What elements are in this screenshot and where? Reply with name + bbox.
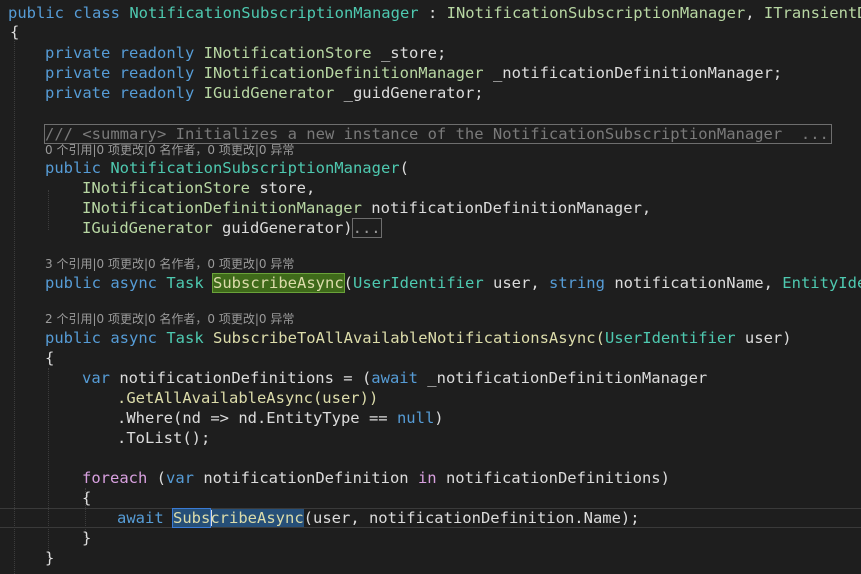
type-name: Task: [166, 274, 204, 292]
keyword: var: [82, 369, 110, 387]
field-name: _guidGenerator;: [334, 84, 484, 102]
method-call: .ToList();: [117, 429, 211, 447]
await-subscribe-line[interactable]: await SubscribeAsync(user, notificationD…: [117, 508, 861, 528]
codelens-text[interactable]: 3 个引用|0 项更改|0 名作者，0 项更改|0 异常: [45, 257, 294, 271]
paren: (: [343, 274, 353, 292]
param-name: notificationDefinitionManager,: [361, 199, 652, 217]
interface-name: INotificationSubscriptionManager: [446, 4, 746, 22]
type-name: INotificationStore: [82, 179, 250, 197]
indent-guide: [48, 190, 49, 230]
param-name: user): [735, 329, 792, 347]
type-name: INotificationStore: [203, 44, 372, 62]
variable: notificationDefinition: [194, 469, 418, 487]
field-name: _notificationDefinitionManager;: [483, 64, 783, 82]
type-name: UserIdentifier: [604, 329, 736, 347]
get-all-available-line[interactable]: .GetAllAvailableAsync(user)): [117, 388, 861, 408]
paren: (: [147, 469, 166, 487]
type-name: INotificationDefinitionManager: [82, 199, 362, 217]
expression: _notificationDefinitionManager: [417, 369, 708, 387]
keyword: null: [396, 409, 435, 427]
subscribe-async-call-highlight-rest[interactable]: cribeAsync: [210, 509, 304, 527]
keyword: public async: [45, 274, 167, 292]
expression: .Where(nd => nd.EntityType ==: [117, 409, 397, 427]
keyword: public: [45, 159, 111, 177]
field-store-line[interactable]: private readonly INotificationStore _sto…: [45, 43, 861, 63]
collapsed-summary-comment[interactable]: /// <summary> Initializes a new instance…: [44, 124, 832, 144]
interface-name: ITransientDepe: [763, 4, 861, 22]
keyword: public async: [45, 329, 167, 347]
param-name: user,: [483, 274, 549, 292]
brace: }: [45, 549, 55, 567]
collapsed-body-ellipsis[interactable]: ...: [351, 218, 382, 238]
indent-guide: [14, 30, 15, 574]
param-name: store,: [249, 179, 316, 197]
constructor-param-definition-manager[interactable]: INotificationDefinitionManager notificat…: [82, 198, 861, 218]
codelens-text[interactable]: 2 个引用|0 项更改|0 名作者，0 项更改|0 异常: [45, 312, 294, 326]
paren: (: [399, 159, 409, 177]
foreach-close-brace[interactable]: }: [82, 528, 861, 548]
brace: }: [82, 529, 92, 547]
constructor-line[interactable]: public NotificationSubscriptionManager(: [45, 158, 861, 178]
subscribe-async-method-highlight[interactable]: SubscribeAsync: [212, 273, 345, 293]
brace: {: [10, 23, 20, 41]
brace: {: [82, 489, 92, 507]
method-call: .GetAllAvailableAsync(user)): [117, 389, 379, 407]
type-name: INotificationDefinitionManager: [203, 64, 484, 82]
keyword: private readonly: [45, 84, 204, 102]
keyword: in: [417, 469, 437, 487]
field-name: _store;: [371, 44, 447, 62]
var-definitions-line[interactable]: var notificationDefinitions = (await _no…: [82, 368, 861, 388]
param-name: notificationName,: [604, 274, 783, 292]
type-name: IGuidGenerator: [203, 84, 335, 102]
paren: ): [434, 409, 444, 427]
keyword: var: [166, 469, 194, 487]
field-definition-manager-line[interactable]: private readonly INotificationDefinition…: [45, 63, 861, 83]
constructor-name: NotificationSubscriptionManager: [110, 159, 400, 177]
keyword: await: [371, 369, 418, 387]
punct: :: [418, 4, 447, 22]
type-name: EntityIdenti: [782, 274, 861, 292]
variable: notificationDefinitions): [436, 469, 670, 487]
type-name: Task: [166, 329, 204, 347]
open-brace-line[interactable]: {: [10, 22, 861, 42]
keyword: foreach: [82, 469, 148, 487]
punct: ,: [745, 4, 764, 22]
text-caret: [211, 510, 212, 526]
subscribe-async-call-highlight[interactable]: Subs: [171, 508, 212, 528]
field-guid-generator-line[interactable]: private readonly IGuidGenerator _guidGen…: [45, 83, 861, 103]
codelens-text[interactable]: 0 个引用|0 项更改|0 名作者，0 项更改|0 异常: [45, 143, 294, 157]
expression: notificationDefinitions = (: [110, 369, 372, 387]
class-declaration-line[interactable]: public class NotificationSubscriptionMan…: [8, 3, 861, 23]
indent-guide: [48, 368, 49, 558]
foreach-open-brace[interactable]: {: [82, 488, 861, 508]
subscribe-all-line[interactable]: public async Task SubscribeToAllAvailabl…: [45, 328, 861, 348]
brace: {: [45, 349, 55, 367]
keyword: private readonly: [45, 64, 204, 82]
to-list-line[interactable]: .ToList();: [117, 428, 861, 448]
codelens-subscribe-all[interactable]: 2 个引用|0 项更改|0 名作者，0 项更改|0 异常: [45, 311, 845, 327]
summary-comment-text[interactable]: /// <summary> Initializes a new instance…: [44, 124, 832, 144]
keyword: private readonly: [45, 44, 204, 62]
method-close-brace[interactable]: }: [45, 548, 861, 568]
type-name: IGuidGenerator: [82, 219, 213, 237]
constructor-param-guid-generator[interactable]: IGuidGenerator guidGenerator)...: [82, 218, 861, 238]
arguments: (user, notificationDefinition.Name);: [303, 509, 640, 527]
code-editor[interactable]: public class NotificationSubscriptionMan…: [0, 0, 861, 574]
keyword: string: [548, 274, 605, 292]
class-name: NotificationSubscriptionManager: [129, 4, 419, 22]
keyword: await: [117, 509, 173, 527]
constructor-param-store[interactable]: INotificationStore store,: [82, 178, 861, 198]
method-open-brace[interactable]: {: [45, 348, 861, 368]
codelens-subscribe[interactable]: 3 个引用|0 项更改|0 名作者，0 项更改|0 异常: [45, 256, 845, 272]
type-name: UserIdentifier: [353, 274, 484, 292]
keyword: public class: [8, 4, 130, 22]
subscribe-async-line[interactable]: public async Task SubscribeAsync(UserIde…: [45, 273, 861, 293]
codelens-constructor[interactable]: 0 个引用|0 项更改|0 名作者，0 项更改|0 异常: [45, 142, 845, 158]
param-name: guidGenerator): [212, 219, 353, 237]
method-name: SubscribeToAllAvailableNotificationsAsyn…: [203, 329, 605, 347]
foreach-line[interactable]: foreach (var notificationDefinition in n…: [82, 468, 861, 488]
where-line[interactable]: .Where(nd => nd.EntityType == null): [117, 408, 861, 428]
